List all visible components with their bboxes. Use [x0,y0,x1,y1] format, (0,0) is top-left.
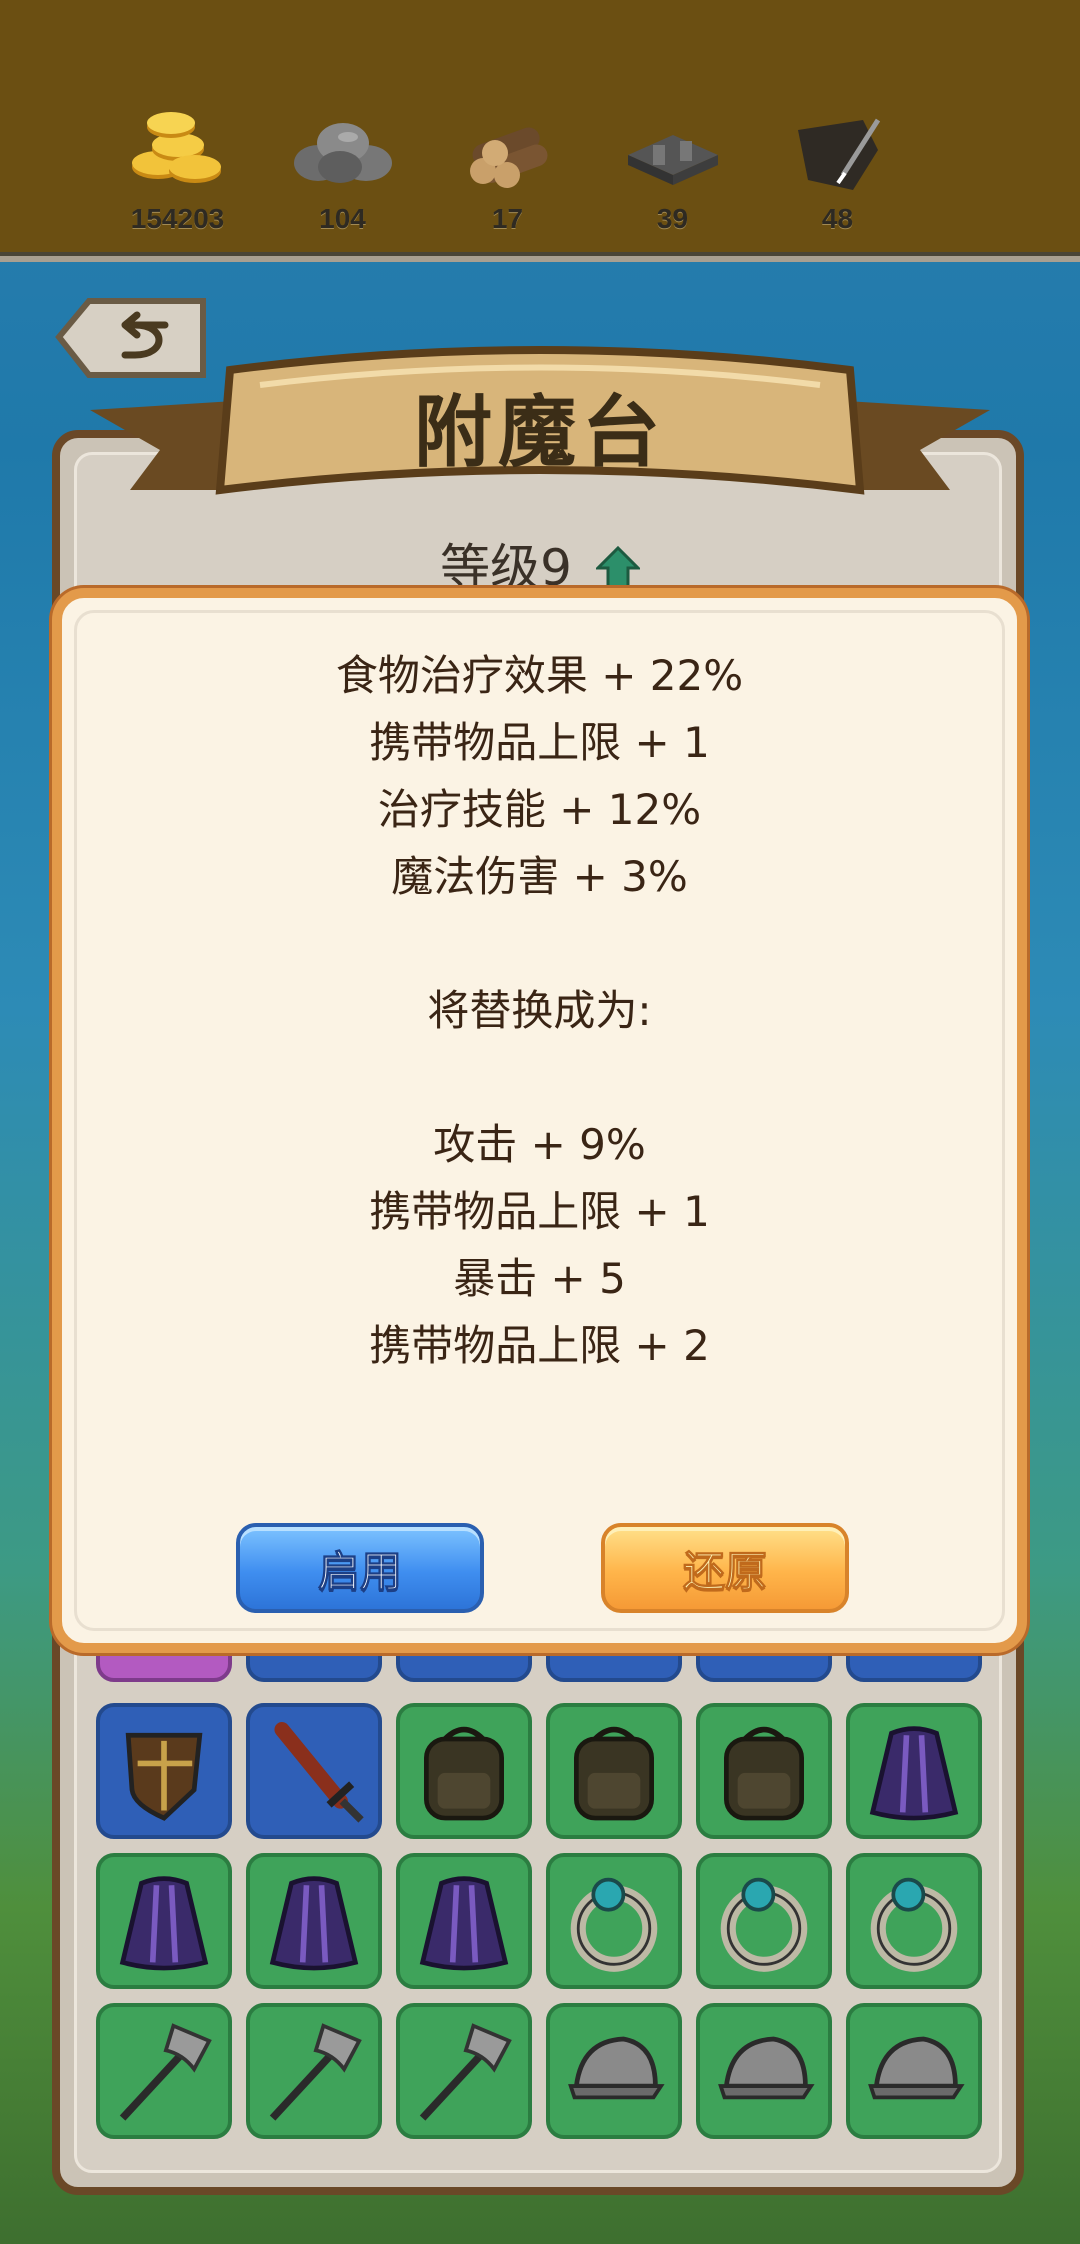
cape-icon [119,1876,209,1971]
iron-ingot-icon [627,135,718,185]
axe-icon [419,2023,512,2121]
axe-icon [119,2023,212,2121]
item-slot[interactable] [96,1703,232,1839]
leather-icon [797,118,880,190]
resource-bar: 154203 104 17 39 48 [0,0,1080,262]
shield-icon [125,1732,203,1821]
item-slot[interactable] [396,2003,532,2139]
gold-coins-icon [131,112,221,183]
replace-prompt: 将替换成为: [427,986,652,1035]
resource-gold: 154203 [95,105,260,235]
restore-button-label: 还原 [682,1546,767,1596]
resource-stone: 104 [260,105,425,235]
backpack-icon [724,1726,804,1821]
item-slot[interactable] [246,1853,382,1989]
item-slot[interactable] [546,1853,682,1989]
ring-icon [720,1877,808,1972]
helmet-icon [868,2036,965,2100]
item-slot[interactable] [846,2003,982,2139]
helmet-icon [718,2036,815,2100]
restore-button[interactable]: 还原 [601,1523,849,1613]
item-slot[interactable] [396,1703,532,1839]
item-slot[interactable] [546,1703,682,1839]
item-slot[interactable] [696,1853,832,1989]
item-slot[interactable] [546,2003,682,2139]
current-attribute-line: 食物治疗效果 + 22% [335,651,744,700]
axe-icon [269,2023,362,2121]
current-attribute-line: 携带物品上限 + 1 [369,718,710,767]
resource-count: 104 [319,203,366,234]
resource-count: 154203 [130,203,225,234]
enchant-replace-dialog: 食物治疗效果 + 22% 携带物品上限 + 1 治疗技能 + 12% 魔法伤害 … [52,588,1027,1653]
new-attribute-line: 携带物品上限 + 2 [369,1321,710,1370]
cape-icon [869,1726,959,1821]
item-slot[interactable] [696,2003,832,2139]
item-grid [96,1600,986,2145]
stone-icon [293,123,392,183]
enable-button[interactable]: 启用 [236,1523,484,1613]
resource-count: 48 [821,203,854,234]
item-slot[interactable] [396,1853,532,1989]
item-slot[interactable] [696,1703,832,1839]
resource-iron: 39 [590,105,755,235]
item-slot[interactable] [846,1703,982,1839]
new-attribute-line: 暴击 + 5 [453,1254,626,1303]
enable-button-label: 启用 [317,1546,402,1596]
wood-logs-icon [469,127,547,188]
resource-wood: 17 [425,105,590,235]
resource-count: 17 [491,203,524,234]
item-slot[interactable] [246,1703,382,1839]
resource-list: 154203 104 17 39 48 [95,105,920,235]
ring-icon [870,1877,958,1972]
cape-icon [269,1876,359,1971]
resource-leather: 48 [755,105,920,235]
current-attribute-line: 魔法伤害 + 3% [391,852,688,901]
item-slot[interactable] [246,2003,382,2139]
ring-icon [570,1877,658,1972]
helmet-icon [568,2036,665,2100]
new-attribute-line: 攻击 + 9% [433,1120,646,1169]
item-slot[interactable] [96,2003,232,2139]
page-title: 附魔台 [413,388,666,478]
backpack-icon [574,1726,654,1821]
current-attribute-line: 治疗技能 + 12% [377,785,702,834]
resource-count: 39 [656,203,689,234]
item-slot[interactable] [846,1853,982,1989]
new-attribute-line: 携带物品上限 + 1 [369,1187,710,1236]
dialog-text: 食物治疗效果 + 22% 携带物品上限 + 1 治疗技能 + 12% 魔法伤害 … [62,642,1017,1379]
cape-icon [419,1876,509,1971]
item-slot[interactable] [96,1853,232,1989]
sword-icon [274,1722,364,1823]
backpack-icon [424,1726,504,1821]
